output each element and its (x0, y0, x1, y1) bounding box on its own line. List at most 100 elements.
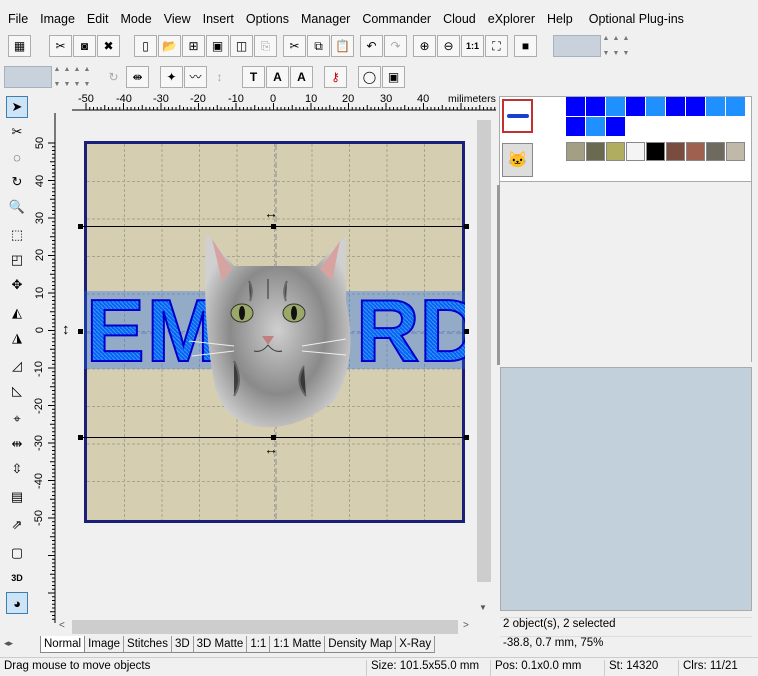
menu-insert[interactable]: Insert (191, 12, 234, 26)
mirror-horizontal-icon[interactable]: ◭ (6, 302, 28, 324)
resize-handle[interactable] (271, 435, 276, 440)
scroll-left-icon[interactable]: < (59, 620, 65, 631)
magic-icon[interactable]: ✦ (160, 66, 183, 88)
scroll-down-icon[interactable]: ▼ (479, 603, 487, 612)
save-as-icon[interactable]: ◫ (230, 35, 253, 57)
cut-icon[interactable]: ✂ (283, 35, 306, 57)
color-swatch[interactable] (626, 97, 645, 116)
resize-handle[interactable] (464, 224, 469, 229)
color-swatch[interactable] (606, 142, 625, 161)
rotate-disabled-icon[interactable]: ↻ (102, 66, 125, 88)
vertical-resize-arrow-icon[interactable]: ↕ (62, 321, 70, 338)
color-swatch[interactable] (606, 117, 625, 136)
rotate-icon[interactable]: ↻ (6, 171, 28, 193)
color-swatch[interactable] (586, 97, 605, 116)
tab-image[interactable]: Image (85, 636, 125, 653)
zoom-field[interactable] (553, 35, 601, 57)
distribute-icon[interactable]: ▤ (6, 486, 28, 508)
zoom-fit-icon[interactable]: ⛶ (485, 35, 508, 57)
menu-manager[interactable]: Manager (289, 12, 350, 26)
spin-arrows-w4[interactable]: ▲ ▼ (82, 66, 92, 88)
color-swatch[interactable] (606, 97, 625, 116)
mirror-vertical-icon[interactable]: ◮ (6, 327, 28, 349)
node-edit-icon[interactable]: ✂ (6, 121, 28, 143)
tab-scroll-icon[interactable]: ◂▸ (4, 638, 13, 649)
scroll-right-icon[interactable]: > (463, 620, 469, 631)
menu-options[interactable]: Options (234, 12, 289, 26)
machine-x-icon[interactable]: ✖ (97, 35, 120, 57)
color-swatch[interactable] (686, 97, 705, 116)
monogram-icon[interactable]: A (290, 66, 313, 88)
rectangle-select-icon[interactable]: ⬚ (6, 224, 28, 246)
center-vertical-icon[interactable]: ⇳ (6, 458, 28, 480)
align-left-icon[interactable]: ◿ (6, 355, 28, 377)
resize-handle[interactable] (78, 435, 83, 440)
key-icon[interactable]: ⚷ (324, 66, 347, 88)
align-icon[interactable]: ⇼ (126, 66, 149, 88)
color-swatch[interactable] (566, 97, 585, 116)
menu-cloud[interactable]: Cloud (431, 12, 476, 26)
move-icon[interactable]: ✥ (6, 274, 28, 296)
color-swatch[interactable] (646, 97, 665, 116)
color-swatch[interactable] (706, 142, 725, 161)
embroidery-hoop[interactable] (84, 141, 465, 523)
color-swatch[interactable] (666, 142, 685, 161)
redo-icon[interactable]: ↷ (384, 35, 407, 57)
center-icon[interactable]: ⌖ (6, 408, 28, 430)
color-swatch[interactable] (726, 97, 745, 116)
hoop-icon[interactable]: ▦ (8, 35, 31, 57)
menu-optional-plugins[interactable]: Optional Plug-ins (573, 12, 684, 26)
tab-3d[interactable]: 3D (171, 636, 194, 653)
color-swatch[interactable] (566, 142, 585, 161)
color-swatch[interactable] (626, 142, 645, 161)
pointer-icon[interactable]: ⇗ (6, 514, 28, 536)
machine-icon[interactable]: ✂ (49, 35, 72, 57)
color-swatch[interactable] (566, 117, 585, 136)
arrow-select-icon[interactable]: ➤ (6, 96, 28, 118)
tab-stitches[interactable]: Stitches (124, 636, 172, 653)
copy-disabled-icon[interactable]: ⎘ (254, 35, 277, 57)
spin-arrows[interactable]: ▲ ▼ (601, 35, 611, 57)
frame-icon[interactable]: ▢ (6, 542, 28, 564)
resize-handle[interactable] (78, 224, 83, 229)
color-swatch[interactable] (706, 97, 725, 116)
spin-arrows-2[interactable]: ▲ ▼ (611, 35, 621, 57)
center-horizontal-icon[interactable]: ⇹ (6, 433, 28, 455)
resize-icon[interactable]: ◰ (6, 249, 28, 271)
shape-icon[interactable]: ◯ (358, 66, 381, 88)
tab-1-1[interactable]: 1:1 (247, 636, 271, 653)
resize-handle[interactable] (271, 224, 276, 229)
menu-view[interactable]: View (152, 12, 191, 26)
zoom-out-icon[interactable]: ⊖ (437, 35, 460, 57)
menu-edit[interactable]: Edit (75, 12, 109, 26)
lettering-icon[interactable]: A (266, 66, 289, 88)
color-swatch[interactable] (686, 142, 705, 161)
menu-image[interactable]: Image (28, 12, 75, 26)
horizontal-resize-arrow-icon[interactable]: ↔ (264, 441, 278, 457)
lettering-object-thumb[interactable] (502, 99, 533, 133)
horizontal-scroll-thumb[interactable] (72, 620, 458, 634)
menu-mode[interactable]: Mode (108, 12, 151, 26)
splitter[interactable] (497, 185, 500, 365)
save-icon[interactable]: ▣ (206, 35, 229, 57)
menu-commander[interactable]: Commander (350, 12, 431, 26)
menu-file[interactable]: File (0, 12, 28, 26)
copy-icon[interactable]: ⧉ (307, 35, 330, 57)
spin-arrows-w2[interactable]: ▲ ▼ (62, 66, 72, 88)
spin-arrows-w[interactable]: ▲ ▼ (52, 66, 62, 88)
preview-icon[interactable]: ◕ (6, 592, 28, 614)
lasso-icon[interactable]: ◌ (6, 146, 28, 168)
align-right-icon[interactable]: ◺ (6, 380, 28, 402)
resize-handle[interactable] (464, 329, 469, 334)
zoom-1-1-icon[interactable]: 1:1 (461, 35, 484, 57)
color-swatch[interactable] (646, 142, 665, 161)
color-swatch[interactable] (666, 97, 685, 116)
resize-handle[interactable] (464, 435, 469, 440)
color-swatch[interactable] (586, 142, 605, 161)
spin-arrows-w3[interactable]: ▲ ▼ (72, 66, 82, 88)
zoom-icon[interactable]: 🔍 (6, 196, 28, 218)
menu-help[interactable]: Help (535, 12, 573, 26)
new-file-icon[interactable]: ▯ (134, 35, 157, 57)
undo-icon[interactable]: ↶ (360, 35, 383, 57)
horizontal-resize-arrow-icon[interactable]: ↔ (264, 205, 278, 221)
